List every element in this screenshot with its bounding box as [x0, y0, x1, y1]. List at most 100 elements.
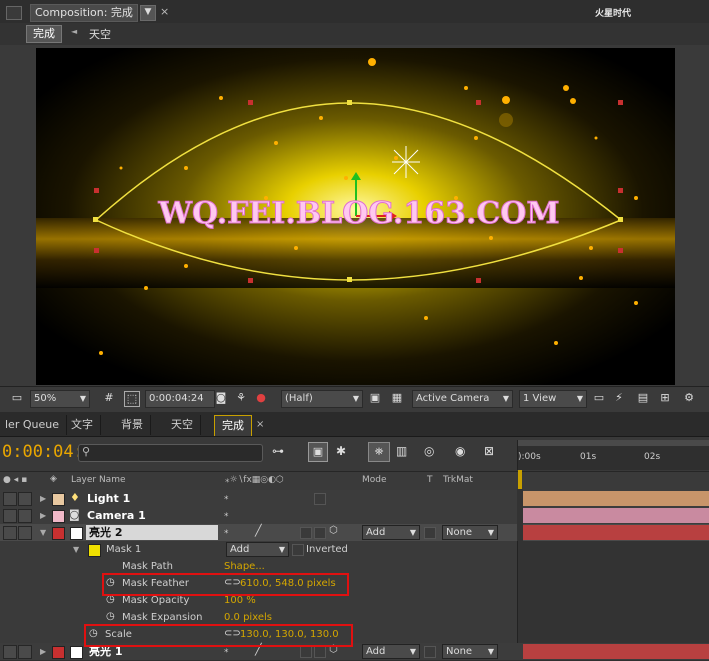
tab-complete[interactable]: 完成 — [214, 415, 252, 436]
current-time-indicator[interactable] — [518, 470, 522, 490]
grid-icon[interactable]: # — [102, 391, 116, 405]
composition-viewer[interactable]: WQ.FEI.BLOG.163.COM — [36, 48, 675, 385]
blend-mode-select[interactable]: Add ▼ — [362, 525, 420, 540]
mode-header[interactable]: Mode — [362, 475, 387, 485]
safe-zones-icon[interactable]: ⬚ — [124, 391, 140, 407]
collapse-icon[interactable]: ▼ — [73, 541, 79, 558]
toggle-pixel-aspect-icon[interactable]: ▭ — [592, 391, 606, 405]
layer-name[interactable]: 亮光 2 — [89, 524, 122, 541]
view-layout-select[interactable]: 1 View ▼ — [519, 390, 587, 408]
layer-row[interactable]: ▶ ◙ Camera 1 ⁎ — [0, 507, 709, 525]
fast-previews-icon[interactable]: ⚡ — [612, 391, 626, 405]
panel-menu-icon[interactable] — [6, 6, 22, 20]
transparency-grid-icon[interactable]: ▦ — [390, 391, 404, 405]
lock-icon[interactable] — [18, 645, 32, 659]
resolution-select[interactable]: (Half) ▼ — [281, 390, 363, 408]
mask-color-swatch[interactable] — [88, 544, 101, 557]
expand-icon[interactable]: ▶ — [40, 507, 46, 524]
stopwatch-icon[interactable]: ◷ — [106, 611, 115, 622]
current-time-display[interactable]: 0:00:04:24 — [145, 390, 215, 408]
show-snapshot-icon[interactable]: ⚘ — [234, 391, 248, 405]
layer-duration-bar[interactable] — [523, 644, 709, 659]
composition-tab-label: Composition: 完成 — [35, 6, 133, 19]
shy-switch-icon[interactable]: ⁎ — [224, 509, 229, 519]
layer-row[interactable]: ▶ ♦ Light 1 ⁎ — [0, 490, 709, 508]
layer-duration-bar[interactable] — [523, 491, 709, 506]
close-tab-icon[interactable]: × — [160, 5, 169, 18]
search-icon: ⚲ — [82, 445, 91, 458]
region-of-interest-icon[interactable]: ▣ — [368, 391, 382, 405]
inverted-checkbox[interactable] — [292, 544, 304, 556]
label-color-swatch[interactable] — [52, 646, 65, 659]
camera-snapshot-icon[interactable]: ◙ — [214, 391, 228, 405]
3d-switch[interactable] — [314, 493, 326, 505]
timeline-icon[interactable]: ▤ — [636, 391, 650, 405]
time-ruler[interactable]: ):00s 01s 02s — [517, 440, 709, 470]
mask-name[interactable]: Mask 1 — [106, 541, 141, 558]
comp-mini-flowchart-icon[interactable]: ⊶ — [272, 444, 284, 458]
motion-blur-icon[interactable]: ▥ — [396, 444, 407, 458]
motion-blur-switch[interactable] — [300, 646, 312, 658]
preserve-transparency-switch[interactable] — [424, 527, 436, 539]
track-matte-select[interactable]: None ▼ — [442, 644, 498, 659]
label-color-swatch[interactable] — [52, 527, 65, 540]
lock-icon[interactable] — [18, 492, 32, 506]
close-tab-icon[interactable]: × — [256, 419, 264, 430]
graph-editor-icon[interactable]: ⊠ — [484, 444, 494, 458]
channel-icon[interactable]: ● — [254, 391, 268, 405]
draft-3d-icon[interactable]: ▣ — [308, 442, 328, 462]
time-graph-area[interactable] — [517, 489, 523, 541]
breadcrumb-item-active[interactable]: 完成 — [26, 25, 62, 43]
adjustment-switch[interactable] — [314, 646, 326, 658]
brainstorm-icon[interactable]: ◉ — [455, 444, 465, 458]
flowchart-icon[interactable]: ⊞ — [658, 391, 672, 405]
layer-duration-bar[interactable] — [523, 525, 709, 540]
shy-switch-icon[interactable]: ⁎ — [224, 492, 229, 502]
shy-switch-icon[interactable]: ⁎ — [224, 526, 229, 536]
label-color-swatch[interactable] — [52, 510, 65, 523]
layer-duration-bar[interactable] — [523, 508, 709, 523]
mask-mode-select[interactable]: Add ▼ — [226, 542, 289, 557]
3d-layer-icon[interactable]: ⬡ — [329, 525, 338, 536]
preserve-transparency-switch[interactable] — [424, 646, 436, 658]
motion-blur-switch[interactable] — [300, 527, 312, 539]
graph-editor-toggle-icon[interactable]: ◎ — [424, 444, 434, 458]
reset-exposure-icon[interactable]: ⚙ — [682, 391, 696, 405]
visibility-icon[interactable] — [3, 526, 17, 540]
camera-select[interactable]: Active Camera ▼ — [412, 390, 513, 408]
visibility-icon[interactable] — [3, 492, 17, 506]
timeline-tab-bar: ler Queue 文字 背景 天空 完成 × — [0, 412, 709, 437]
lock-icon[interactable] — [18, 509, 32, 523]
breadcrumb-item[interactable]: 天空 — [89, 26, 111, 42]
visibility-icon[interactable] — [3, 645, 17, 659]
time-graph-area[interactable] — [517, 541, 709, 643]
quality-switch-icon[interactable]: ╱ — [255, 524, 262, 537]
hide-shy-layers-icon[interactable]: ✱ — [336, 444, 346, 458]
adjustment-switch[interactable] — [314, 527, 326, 539]
track-matte-select[interactable]: None ▼ — [442, 525, 498, 540]
layer-search-input[interactable]: ⚲ — [78, 444, 263, 462]
layer-row-selected[interactable]: ▼ 亮光 2 ⁎ ╱ ⬡ Add ▼ None ▼ — [0, 524, 709, 542]
layer-name[interactable]: Camera 1 — [87, 507, 146, 524]
visibility-icon[interactable] — [3, 509, 17, 523]
trkmat-header: TrkMat — [443, 475, 473, 485]
label-color-swatch[interactable] — [52, 493, 65, 506]
tab-sky[interactable]: 天空 — [164, 415, 201, 435]
switches-header: ⁎☼∖fx▦◎◐⬡ — [225, 475, 284, 485]
lock-icon[interactable] — [18, 526, 32, 540]
frame-blending-icon[interactable]: ⛯ — [368, 442, 390, 462]
tab-render-queue[interactable]: ler Queue — [0, 415, 67, 435]
collapse-icon[interactable]: ▼ — [40, 524, 46, 541]
always-preview-icon[interactable]: ▭ — [10, 391, 24, 405]
composition-dropdown-icon[interactable]: ▼ — [140, 5, 156, 21]
layer-name-header[interactable]: Layer Name — [71, 475, 126, 485]
zoom-select[interactable]: 50% ▼ — [30, 390, 90, 408]
tab-background[interactable]: 背景 — [114, 415, 151, 435]
tab-text[interactable]: 文字 — [64, 415, 101, 435]
expand-icon[interactable]: ▶ — [40, 643, 46, 660]
composition-tab[interactable]: Composition: 完成 — [30, 4, 138, 22]
ruler-tick: 02s — [644, 452, 661, 462]
expand-icon[interactable]: ▶ — [40, 490, 46, 507]
layer-name[interactable]: Light 1 — [87, 490, 130, 507]
blend-mode-select[interactable]: Add ▼ — [362, 644, 420, 659]
